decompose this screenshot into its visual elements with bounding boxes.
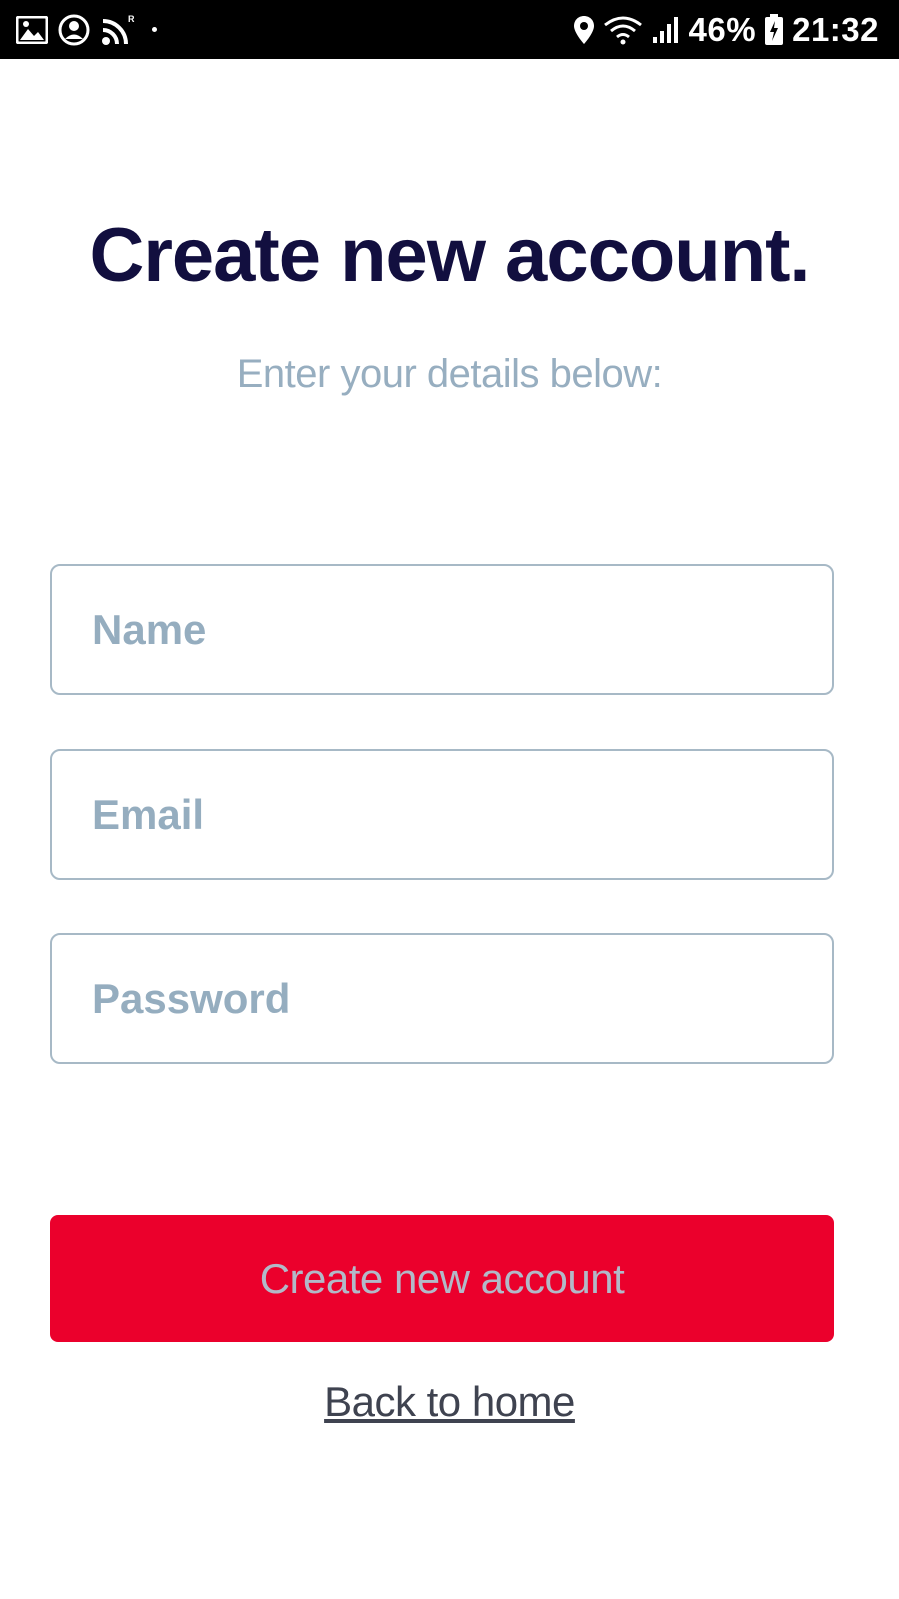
password-placeholder: Password bbox=[92, 975, 291, 1022]
email-field[interactable]: Email bbox=[50, 749, 834, 880]
page-subtitle: Enter your details below: bbox=[236, 352, 663, 396]
back-to-home-link[interactable]: Back to home bbox=[324, 1378, 575, 1425]
back-to-home-container: Back to home bbox=[0, 1378, 899, 1426]
notification-dot bbox=[152, 27, 157, 32]
signal-icon bbox=[651, 15, 681, 45]
page-title: Create new account. bbox=[89, 213, 810, 298]
create-account-button-label: Create new account bbox=[259, 1254, 625, 1302]
name-field[interactable]: Name bbox=[50, 564, 834, 695]
clock: 21:32 bbox=[792, 10, 879, 48]
battery-icon bbox=[764, 13, 784, 46]
rss-icon: R bbox=[100, 13, 136, 47]
password-field[interactable]: Password bbox=[50, 933, 834, 1064]
create-account-button[interactable]: Create new account bbox=[50, 1215, 834, 1342]
status-bar-left: R bbox=[16, 0, 157, 59]
status-bar: R 46% 21:32 bbox=[0, 0, 899, 59]
email-placeholder: Email bbox=[92, 791, 205, 838]
account-circle-icon bbox=[58, 14, 90, 46]
location-icon bbox=[573, 15, 595, 45]
wifi-icon bbox=[603, 15, 643, 45]
status-bar-right: 46% 21:32 bbox=[573, 0, 879, 59]
image-icon bbox=[16, 15, 48, 44]
name-placeholder: Name bbox=[92, 606, 207, 653]
battery-percent: 46% bbox=[688, 10, 757, 48]
svg-text:R: R bbox=[128, 14, 135, 24]
